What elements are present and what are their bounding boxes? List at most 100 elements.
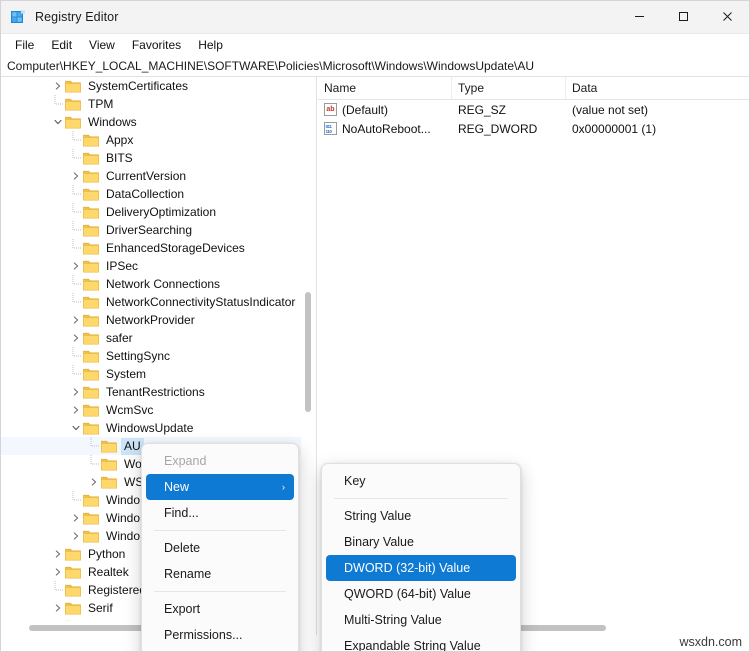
tree-item-network-connections[interactable]: Network Connections [1, 275, 302, 293]
tree-item-safer[interactable]: safer [1, 329, 302, 347]
new-submenu[interactable]: Key String Value Binary Value DWORD (32-bit… [321, 463, 521, 651]
tree-item-label: System [106, 366, 147, 381]
chevron-right-icon[interactable] [51, 563, 65, 581]
tree-item-enhancedstoragedevices[interactable]: EnhancedStorageDevices [1, 239, 302, 257]
chevron-right-icon[interactable] [69, 311, 83, 329]
minimize-button[interactable] [617, 1, 661, 33]
tree-item-windows[interactable]: Windows [1, 113, 302, 131]
tree-connector [69, 203, 83, 221]
watermark: wsxdn.com [676, 635, 745, 649]
chevron-down-icon[interactable] [69, 419, 83, 437]
tree-vscroll-thumb[interactable] [305, 292, 311, 412]
tree-item-label: Windo [106, 510, 141, 525]
close-button[interactable] [705, 1, 749, 33]
context-menu[interactable]: Expand New › Find... Delete Rename Export Permi… [141, 443, 299, 651]
tree-item-systemcertificates[interactable]: SystemCertificates [1, 77, 302, 95]
tree-item-label: SystemCertificates [88, 78, 189, 93]
tree-vertical-scrollbar[interactable] [301, 77, 315, 621]
menu-item-export[interactable]: Export [146, 596, 294, 622]
chevron-right-icon[interactable] [69, 257, 83, 275]
menu-help[interactable]: Help [190, 36, 231, 54]
tree-item-networkprovider[interactable]: NetworkProvider [1, 311, 302, 329]
tree-item-label: DataCollection [106, 186, 185, 201]
chevron-down-icon[interactable] [51, 113, 65, 131]
menu-item-multi-string-value[interactable]: Multi-String Value [326, 607, 516, 633]
menu-item-binary-value[interactable]: Binary Value [326, 529, 516, 555]
folder-icon [83, 205, 99, 219]
folder-icon [83, 295, 99, 309]
menu-item-permissions[interactable]: Permissions... [146, 622, 294, 648]
menu-item-find[interactable]: Find... [146, 500, 294, 526]
table-row[interactable]: 011 110 NoAutoReboot... REG_DWORD 0x0000… [318, 119, 749, 138]
tree-connector [51, 581, 65, 599]
menu-item-delete[interactable]: Delete [146, 535, 294, 561]
chevron-right-icon[interactable] [69, 329, 83, 347]
folder-icon [83, 313, 99, 327]
chevron-right-icon[interactable] [69, 527, 83, 545]
folder-icon [65, 79, 81, 93]
folder-icon [83, 169, 99, 183]
tree-item-settingsync[interactable]: SettingSync [1, 347, 302, 365]
chevron-right-icon[interactable] [51, 599, 65, 617]
chevron-right-icon[interactable] [87, 473, 101, 491]
registry-editor-icon [10, 9, 26, 25]
column-header-data[interactable]: Data [566, 77, 749, 99]
tree-item-system[interactable]: System [1, 365, 302, 383]
menu-item-label: Binary Value [344, 535, 414, 549]
tree-item-tpm[interactable]: TPM [1, 95, 302, 113]
tree-connector [87, 455, 101, 473]
menu-separator [154, 530, 286, 531]
tree-item-label: safer [106, 330, 133, 345]
chevron-right-icon[interactable] [69, 401, 83, 419]
menu-item-label: String Value [344, 509, 412, 523]
tree-item-deliveryoptimization[interactable]: DeliveryOptimization [1, 203, 302, 221]
chevron-right-icon[interactable] [51, 545, 65, 563]
tree-connector [69, 275, 83, 293]
menu-item-dword-32-bit-value[interactable]: DWORD (32-bit) Value [326, 555, 516, 581]
folder-icon [65, 97, 81, 111]
menu-item-expandable-string-value[interactable]: Expandable String Value [326, 633, 516, 651]
column-header-name[interactable]: Name [318, 77, 452, 99]
tree-item-currentversion[interactable]: CurrentVersion [1, 167, 302, 185]
tree-item-wcmsvc[interactable]: WcmSvc [1, 401, 302, 419]
menu-file[interactable]: File [7, 36, 42, 54]
menu-item-qword-64-bit-value[interactable]: QWORD (64-bit) Value [326, 581, 516, 607]
menu-item-rename[interactable]: Rename [146, 561, 294, 587]
chevron-right-icon[interactable] [69, 383, 83, 401]
tree-item-label: IPSec [106, 258, 139, 273]
column-header-type[interactable]: Type [452, 77, 566, 99]
tree-connector [69, 491, 83, 509]
tree-item-appx[interactable]: Appx [1, 131, 302, 149]
menu-item-key[interactable]: Key [326, 468, 516, 494]
menu-item-label: Rename [164, 567, 212, 581]
menu-item-label: Export [164, 602, 201, 616]
value-name-cell: 011 110 NoAutoReboot... [318, 122, 452, 136]
tree-item-bits[interactable]: BITS [1, 149, 302, 167]
menu-item-string-value[interactable]: String Value [326, 503, 516, 529]
tree-item-label: SettingSync [106, 348, 171, 363]
value-name-cell: ab (Default) [318, 103, 452, 117]
chevron-right-icon[interactable] [51, 77, 65, 95]
menu-view[interactable]: View [81, 36, 123, 54]
maximize-button[interactable] [661, 1, 705, 33]
tree-item-driversearching[interactable]: DriverSearching [1, 221, 302, 239]
tree-item-networkconnectivitystatusindicator[interactable]: NetworkConnectivityStatusIndicator [1, 293, 302, 311]
registry-path[interactable]: Computer\HKEY_LOCAL_MACHINE\SOFTWARE\Pol… [1, 59, 534, 73]
tree-item-label: Serif [88, 600, 113, 615]
chevron-right-icon[interactable] [69, 509, 83, 527]
tree-connector [69, 149, 83, 167]
folder-icon [83, 187, 99, 201]
menu-favorites[interactable]: Favorites [124, 36, 189, 54]
chevron-right-icon[interactable] [69, 167, 83, 185]
folder-icon [83, 259, 99, 273]
menu-item-label: Delete [164, 541, 201, 555]
tree-connector [69, 347, 83, 365]
tree-item-ipsec[interactable]: IPSec [1, 257, 302, 275]
address-bar[interactable]: Computer\HKEY_LOCAL_MACHINE\SOFTWARE\Pol… [1, 56, 749, 77]
tree-item-windowsupdate[interactable]: WindowsUpdate [1, 419, 302, 437]
tree-item-datacollection[interactable]: DataCollection [1, 185, 302, 203]
menu-edit[interactable]: Edit [43, 36, 80, 54]
menu-item-new[interactable]: New › [146, 474, 294, 500]
table-row[interactable]: ab (Default) REG_SZ (value not set) [318, 100, 749, 119]
tree-item-tenantrestrictions[interactable]: TenantRestrictions [1, 383, 302, 401]
